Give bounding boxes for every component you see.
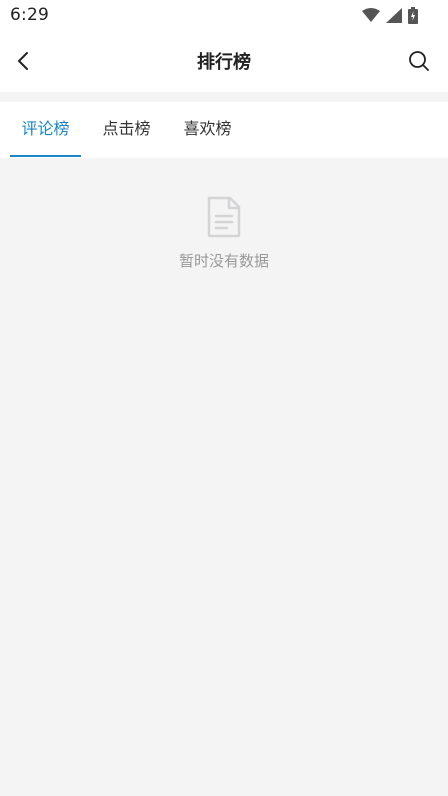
app-header: 排行榜	[0, 32, 448, 92]
tab-comments[interactable]: 评论榜	[10, 102, 81, 158]
tab-bar: 评论榜 点击榜 喜欢榜	[0, 102, 448, 158]
search-button[interactable]	[404, 46, 434, 76]
status-icons	[362, 6, 418, 24]
active-tab-indicator	[10, 155, 81, 157]
signal-icon	[386, 7, 402, 23]
header-divider	[0, 92, 448, 102]
wifi-icon	[362, 8, 380, 22]
empty-state-text: 暂时没有数据	[178, 252, 269, 270]
search-icon	[409, 51, 429, 71]
status-time: 6:29	[10, 5, 49, 25]
page-title: 排行榜	[197, 52, 251, 73]
document-icon	[207, 196, 241, 238]
tab-likes[interactable]: 喜欢榜	[172, 102, 243, 158]
status-bar: 6:29	[0, 0, 448, 32]
content-area: 暂时没有数据	[0, 158, 448, 796]
tab-clicks[interactable]: 点击榜	[91, 102, 162, 158]
battery-icon	[408, 6, 418, 24]
